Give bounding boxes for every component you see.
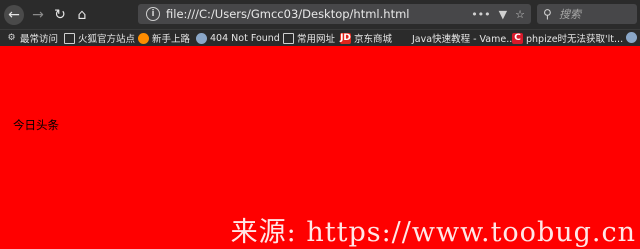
bookmark-item[interactable]: 火狐官方站点 [64,30,135,46]
bookmark-label: phpize时无法获取'lt... [526,34,624,45]
bookmark-label: 京东商城 [354,34,393,45]
folder-icon [64,32,75,44]
source-watermark: 来源: https://www.toobug.cn [230,217,636,248]
folder-icon [283,32,294,44]
gear-icon: ⚙ [7,32,16,43]
bookmark-label: 常用网址 [297,34,336,45]
search-input[interactable] [559,5,633,23]
bookmark-label: 最常访问 [20,34,59,45]
search-bar[interactable]: ⚲ [537,4,637,24]
bookmark-label: Java快速教程 - Vame... [412,34,516,45]
bookmark-item[interactable]: 新手上路 [138,30,190,46]
reload-icon[interactable]: ↻ [50,5,70,25]
forward-arrow-icon[interactable]: → [28,5,48,25]
address-bar[interactable]: i file:///C:/Users/Gmcc03/Desktop/html.h… [138,4,531,24]
more-dots-icon[interactable]: ••• [471,8,490,21]
bookmark-item[interactable]: Java快速教程 - Vame... [412,30,515,46]
c-icon: C [512,32,523,44]
globe-icon [196,32,207,44]
bookmark-item[interactable]: 常用网址 [283,30,335,46]
bookmark-label: 火狐官方站点 [78,34,136,45]
bookmark-item[interactable]: 404 Not Found [196,30,280,46]
url-actions: ••• ▼ ☆ [471,5,525,23]
page-text: 今日头条 [13,118,59,132]
bookmark-item[interactable]: C phpize时无法获取'lt... [512,30,623,46]
firefox-icon [138,32,149,44]
bookmark-star-icon[interactable]: ☆ [515,8,525,21]
globe-icon[interactable] [626,32,637,43]
info-icon[interactable]: i [146,7,160,21]
pocket-icon[interactable]: ▼ [499,8,507,21]
browser-toolbar: ← → ↻ ⌂ i file:///C:/Users/Gmcc03/Deskto… [0,0,640,29]
bookmarks-bar: ⚙ 最常访问 火狐官方站点 新手上路 404 Not Found 常用网址 JD… [0,29,640,46]
url-text[interactable]: file:///C:/Users/Gmcc03/Desktop/html.htm… [166,5,409,23]
jd-icon: JD [340,32,351,44]
bookmark-label: 新手上路 [152,34,191,45]
back-arrow-icon[interactable]: ← [4,5,24,25]
home-icon[interactable]: ⌂ [72,5,92,25]
bookmark-item[interactable]: JD 京东商城 [340,30,392,46]
search-icon: ⚲ [543,7,552,21]
bookmark-item[interactable]: ⚙ 最常访问 [6,30,58,46]
bookmark-label: 404 Not Found [210,32,280,44]
